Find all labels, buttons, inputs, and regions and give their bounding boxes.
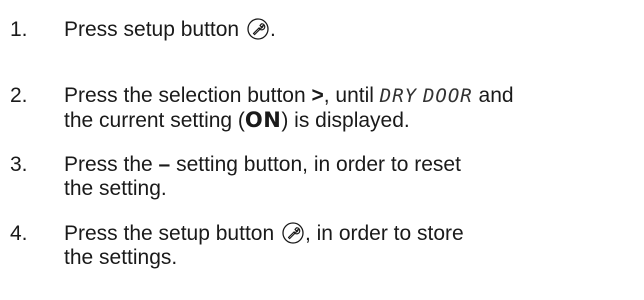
step-text-part: Press the selection button <box>64 84 312 107</box>
setup-wrench-icon <box>247 18 269 40</box>
step-text-part: setting button, in order to reset <box>170 153 461 176</box>
step-text-part: and <box>472 84 514 107</box>
step-text: Press setup button . <box>64 18 642 42</box>
step-line: the settings. <box>64 246 642 270</box>
step-line: the setting. <box>64 177 642 201</box>
step-text-part: the settings. <box>64 246 178 269</box>
step-line: Press the – setting button, in order to … <box>64 153 642 177</box>
display-text-dry: DRY <box>379 85 418 107</box>
step-line: Press setup button . <box>64 18 642 42</box>
minus-button-symbol: – <box>158 153 171 176</box>
step-text-part: Press setup button <box>64 18 245 41</box>
step-text-part: , until <box>323 84 380 107</box>
step-line: Press the selection button >, until DRY … <box>64 84 642 108</box>
step-text: Press the – setting button, in order to … <box>64 153 642 201</box>
step-line: Press the setup button , in order to sto… <box>64 222 642 246</box>
instruction-list: 1. Press setup button . 2. Press the sel… <box>0 0 644 300</box>
step-text-part: ) is displayed. <box>281 109 410 132</box>
step-text-part: , in order to store <box>304 222 464 245</box>
step-text-part: the current setting ( <box>64 109 245 132</box>
step-text: Press the setup button , in order to sto… <box>64 222 642 270</box>
display-text-door: DOOR <box>422 85 473 107</box>
step-number: 2. <box>10 84 28 107</box>
step-number: 1. <box>10 18 28 41</box>
selection-button-symbol: > <box>311 84 324 107</box>
step-text-part: the setting. <box>64 177 167 200</box>
step-text: Press the selection button >, until DRY … <box>64 84 642 133</box>
step-text-part: Press the setup button <box>64 222 280 245</box>
step-text-part: Press the <box>64 153 159 176</box>
setup-wrench-icon <box>282 222 304 244</box>
on-setting-label: ON <box>244 108 282 132</box>
step-text-part: . <box>269 18 276 41</box>
step-number: 4. <box>10 222 28 245</box>
step-number: 3. <box>10 153 28 176</box>
step-line: the current setting (ON) is displayed. <box>64 108 642 133</box>
